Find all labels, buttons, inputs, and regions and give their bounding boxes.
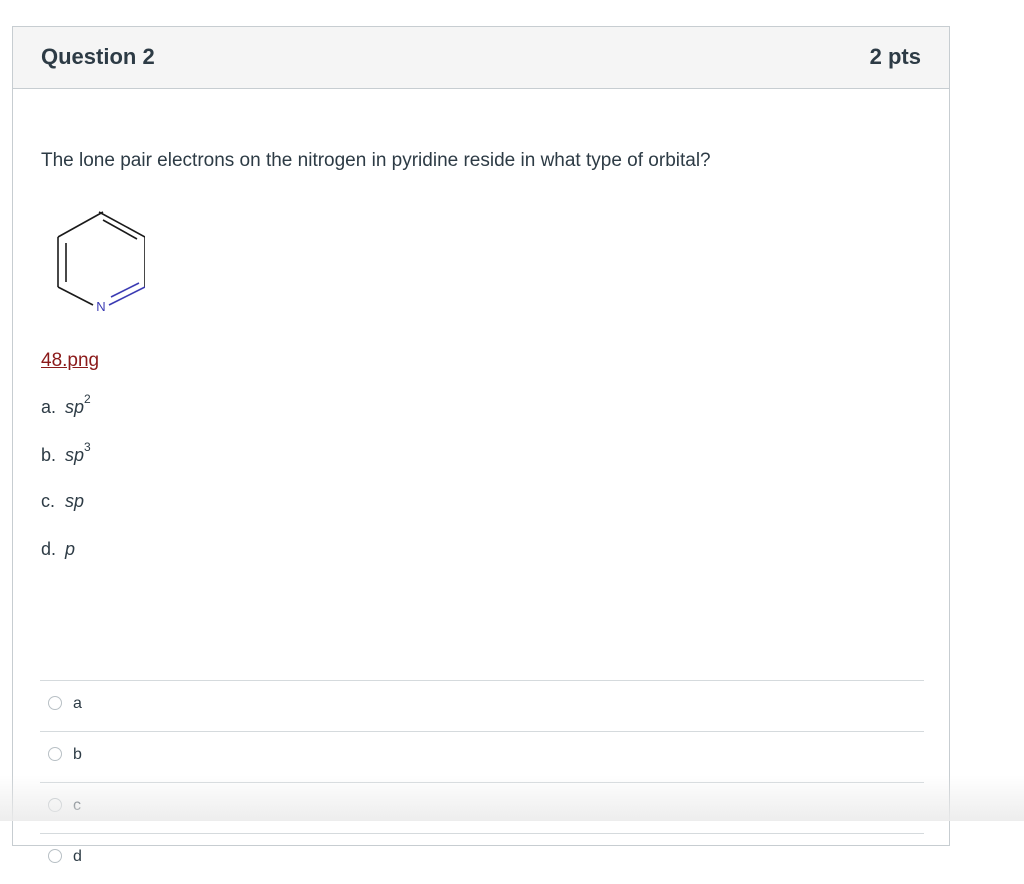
question-points: 2 pts (869, 44, 921, 69)
option-letter: c. (41, 491, 56, 511)
answer-label-d: d (73, 848, 82, 865)
answer-row-d[interactable]: d (40, 833, 924, 884)
option-orbital: sp (65, 491, 85, 511)
radio-button-c[interactable] (48, 798, 62, 812)
radio-button-b[interactable] (48, 747, 62, 761)
option-superscript: 3 (84, 440, 91, 454)
option-letter: d. (41, 539, 57, 559)
option-letter: b. (41, 445, 57, 465)
option-orbital: sp (65, 397, 85, 417)
option-text-d: d. p (41, 539, 75, 560)
option-text-c: c. sp (41, 491, 84, 512)
answer-label-a: a (73, 695, 82, 712)
question-header: Question 2 2 pts (13, 27, 949, 89)
question-title: Question 2 (41, 44, 155, 69)
attachment-link[interactable]: 48.png (41, 350, 99, 372)
answer-choices: a b c d (40, 680, 924, 884)
question-text: The lone pair electrons on the nitrogen … (41, 150, 711, 171)
answer-row-c[interactable]: c (40, 782, 924, 833)
answer-row-a[interactable]: a (40, 680, 924, 731)
radio-button-d[interactable] (48, 849, 62, 863)
option-text-b: b. sp3 (41, 440, 91, 466)
nitrogen-label: N (96, 299, 105, 314)
option-orbital: p (65, 539, 76, 559)
pyridine-structure-image: N (57, 211, 145, 314)
option-orbital: sp (65, 445, 85, 465)
answer-label-b: b (73, 746, 82, 763)
question-card: Question 2 2 pts The lone pair electrons… (12, 26, 950, 865)
answer-label-c: c (73, 797, 81, 814)
option-text-a: a. sp2 (41, 392, 91, 418)
answer-row-b[interactable]: b (40, 731, 924, 782)
radio-button-a[interactable] (48, 696, 62, 710)
option-superscript: 2 (84, 392, 91, 406)
option-letter: a. (41, 397, 57, 417)
